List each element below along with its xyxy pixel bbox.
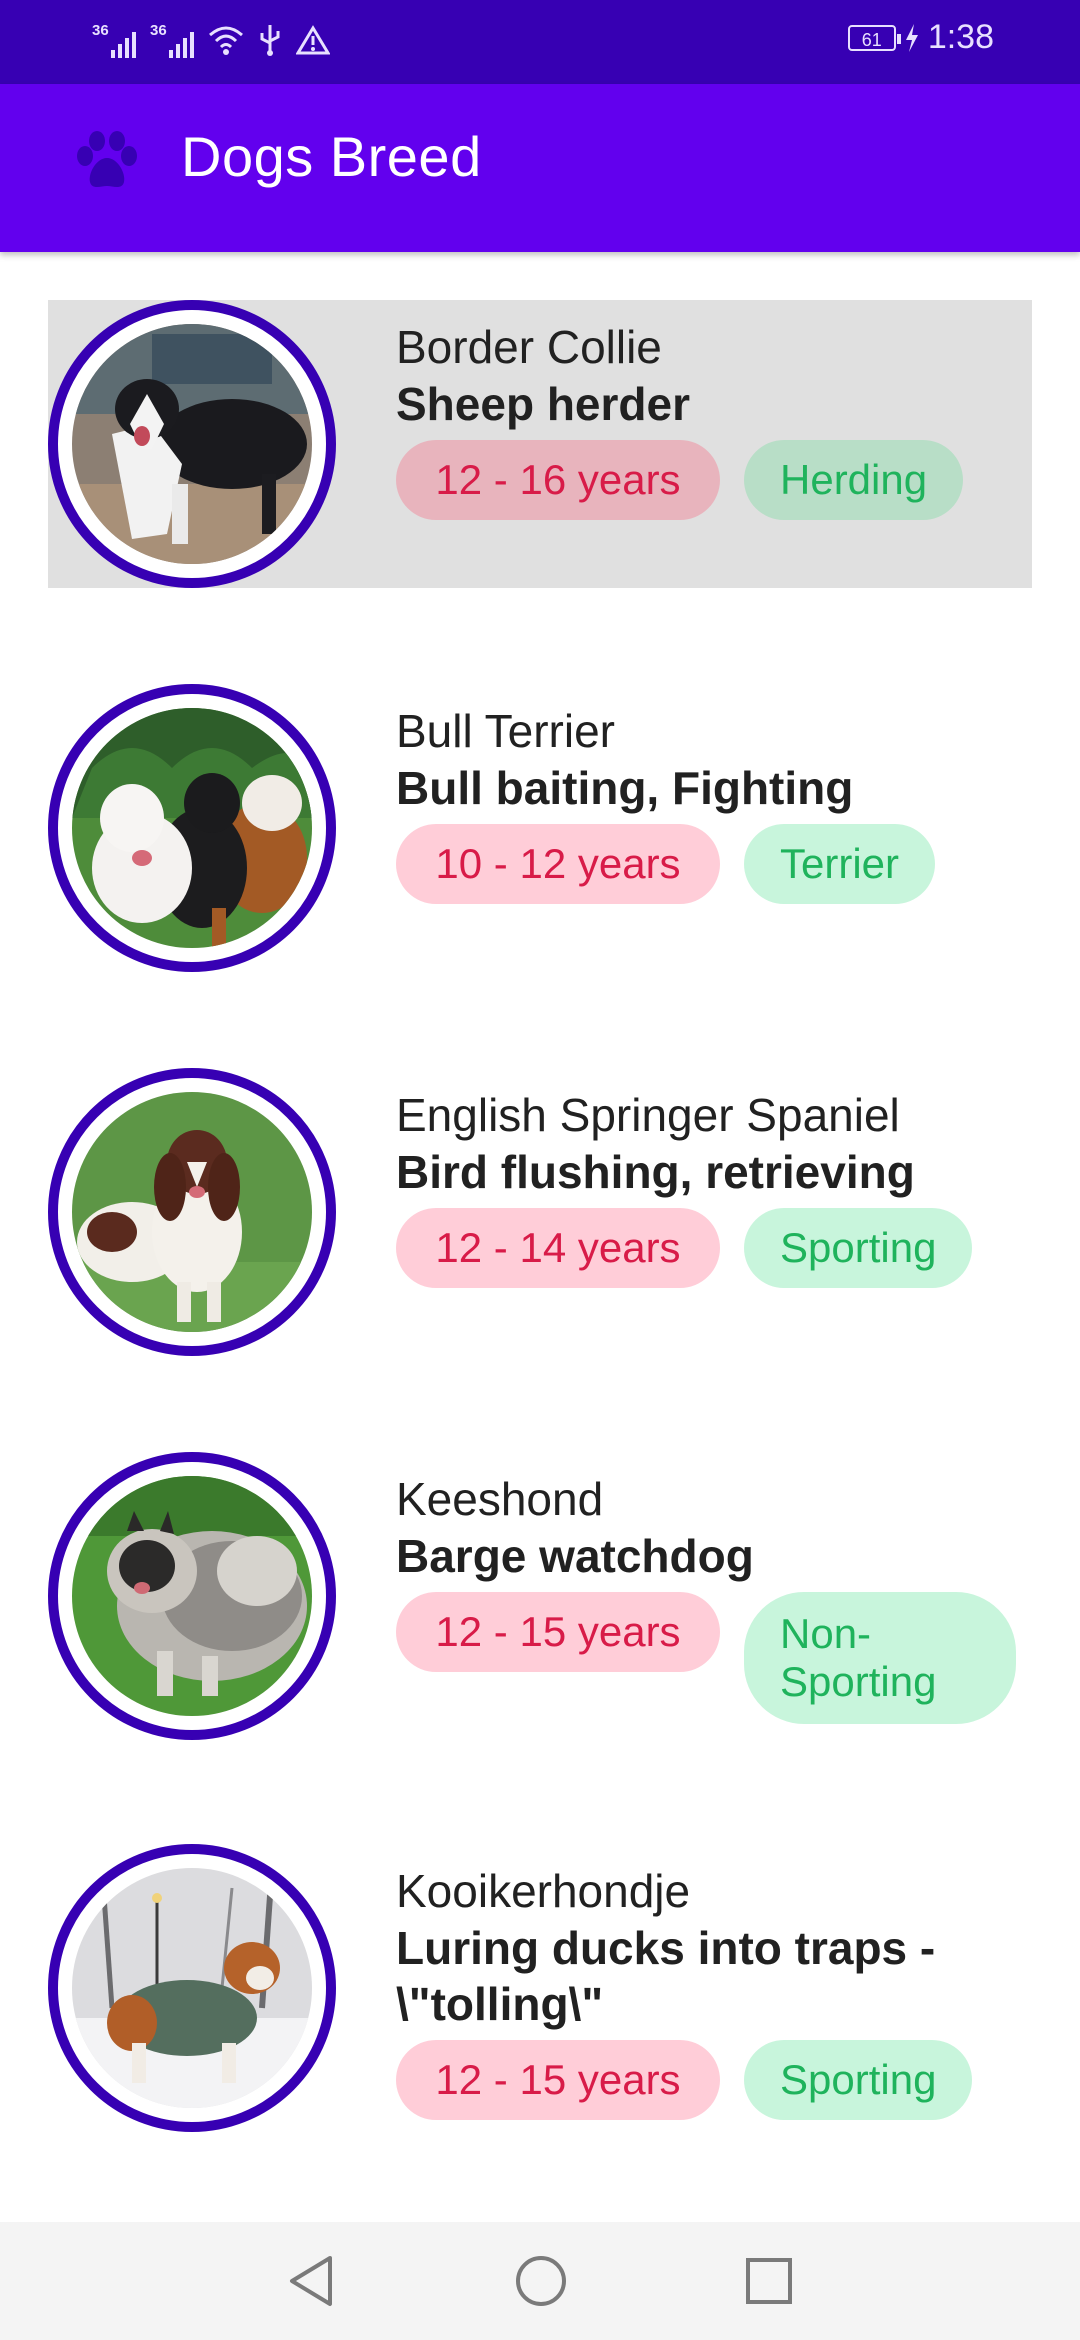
breed-group-chip: Sporting <box>744 2040 973 2120</box>
chips: 12 - 14 years Sporting <box>396 1208 1032 1288</box>
signal-icon: 36 <box>92 22 136 58</box>
avatar <box>48 1068 336 1356</box>
status-icons-right: 61 1:38 <box>847 18 994 57</box>
bred-for: Bird flushing, retrieving <box>396 1146 915 1198</box>
list-item[interactable]: Keeshond Barge watchdog 12 - 15 years No… <box>48 1452 1032 1740</box>
avatar <box>48 684 336 972</box>
breed-info: Keeshond Barge watchdog 12 - 15 years No… <box>396 1470 1032 1724</box>
breed-image <box>72 1092 312 1332</box>
status-bar: 36 36 61 1:38 <box>0 0 1080 84</box>
breed-name: Keeshond <box>396 1473 604 1525</box>
navigation-bar <box>0 2222 1080 2340</box>
list-item[interactable]: Bull Terrier Bull baiting, Fighting 10 -… <box>48 684 1032 972</box>
breed-info: Border Collie Sheep herder 12 - 16 years… <box>396 318 1032 520</box>
recents-square-icon[interactable] <box>744 2254 794 2308</box>
life-span-chip: 12 - 14 years <box>396 1208 720 1288</box>
chips: 12 - 15 years Non-Sporting <box>396 1592 1032 1724</box>
breed-name: Kooikerhondje <box>396 1865 691 1917</box>
life-span-chip: 10 - 12 years <box>396 824 720 904</box>
avatar <box>48 1452 336 1740</box>
life-span-chip: 12 - 16 years <box>396 440 720 520</box>
signal-icon-2: 36 <box>150 22 194 58</box>
chips: 10 - 12 years Terrier <box>396 824 1032 904</box>
back-triangle-icon[interactable] <box>286 2254 336 2308</box>
bred-for: Barge watchdog <box>396 1530 754 1582</box>
bred-for: Sheep herder <box>396 378 690 430</box>
breed-name: English Springer Spaniel <box>396 1089 900 1141</box>
list-item[interactable]: Kooikerhondje Luring ducks into traps - … <box>48 1844 1032 2132</box>
breed-info: English Springer Spaniel Bird flushing, … <box>396 1086 1032 1288</box>
breed-image <box>72 708 312 948</box>
avatar <box>48 300 336 588</box>
charging-icon <box>905 23 918 52</box>
warning-icon <box>296 25 330 55</box>
bred-for: Luring ducks into traps - \"tolling\" <box>396 1922 936 2030</box>
breed-image <box>72 1476 312 1716</box>
list-item[interactable]: Border Collie Sheep herder 12 - 16 years… <box>48 300 1032 588</box>
breed-group-chip: Sporting <box>744 1208 973 1288</box>
life-span-chip: 12 - 15 years <box>396 1592 720 1672</box>
bred-for: Bull baiting, Fighting <box>396 762 854 814</box>
paw-icon <box>77 131 137 187</box>
status-icons-left: 36 36 <box>92 22 330 58</box>
home-circle-icon[interactable] <box>514 2254 568 2308</box>
breed-group-chip: Non-Sporting <box>744 1592 1016 1724</box>
breed-image <box>72 324 312 564</box>
breed-name: Border Collie <box>396 321 662 373</box>
chips: 12 - 15 years Sporting <box>396 2040 1032 2120</box>
breed-group-chip: Herding <box>744 440 964 520</box>
list-item[interactable]: English Springer Spaniel Bird flushing, … <box>48 1068 1032 1356</box>
avatar <box>48 1844 336 2132</box>
app-bar: Dogs Breed <box>0 84 1080 252</box>
life-span-chip: 12 - 15 years <box>396 2040 720 2120</box>
battery-icon: 61 <box>847 24 901 51</box>
usb-icon <box>260 25 280 56</box>
wifi-icon <box>209 26 243 55</box>
breed-info: Bull Terrier Bull baiting, Fighting 10 -… <box>396 702 1032 904</box>
breed-group-chip: Terrier <box>744 824 936 904</box>
breed-image <box>72 1868 312 2108</box>
clock: 1:38 <box>927 18 994 56</box>
breed-info: Kooikerhondje Luring ducks into traps - … <box>396 1862 1032 2120</box>
breed-name: Bull Terrier <box>396 705 615 757</box>
chips: 12 - 16 years Herding <box>396 440 1032 520</box>
app-title: Dogs Breed <box>181 125 482 188</box>
